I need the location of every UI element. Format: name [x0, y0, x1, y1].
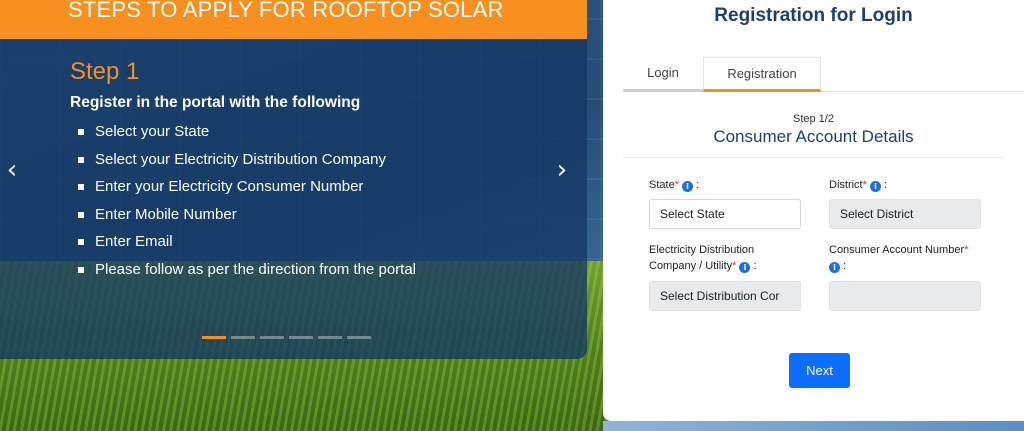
carousel-header-title: STEPS TO APPLY FOR ROOFTOP SOLAR: [68, 0, 504, 22]
label-suffix: :: [693, 179, 700, 191]
list-item: Enter Mobile Number: [78, 203, 416, 231]
step-count: Step 1/2: [793, 113, 834, 125]
list-item: Please follow as per the direction from …: [78, 258, 416, 286]
login-tabs: Login Registration: [623, 57, 1024, 92]
info-icon[interactable]: i: [869, 181, 881, 192]
district-label: District* i :: [829, 177, 887, 193]
tab-registration[interactable]: Registration: [703, 57, 821, 92]
next-button[interactable]: Next: [789, 353, 850, 388]
list-item: Enter your Electricity Consumer Number: [78, 175, 416, 203]
district-select[interactable]: Select District: [829, 199, 981, 229]
chevron-right-icon[interactable]: ›: [552, 156, 572, 184]
carousel-indicator-4[interactable]: [289, 336, 313, 339]
consumer-account-label: Consumer Account Number* i :: [829, 242, 968, 274]
state-label-text: State: [649, 179, 675, 191]
step-title: Step 1: [70, 58, 140, 85]
tab-login[interactable]: Login: [623, 57, 703, 92]
info-icon[interactable]: i: [739, 262, 751, 273]
required-marker: *: [674, 179, 679, 191]
info-icon[interactable]: i: [682, 181, 694, 192]
carousel-indicator-2[interactable]: [231, 336, 255, 339]
background-sky-edge: [603, 421, 1024, 431]
required-marker: *: [862, 179, 867, 191]
consumer-account-label-text: Consumer Account Number: [829, 244, 965, 256]
section-title: Consumer Account Details: [713, 127, 914, 146]
panel-title: Registration for Login: [714, 5, 913, 26]
carousel-indicator-1[interactable]: [202, 336, 226, 339]
carousel-indicator-5[interactable]: [318, 336, 342, 339]
divider: [623, 157, 1004, 158]
list-item: Select your Electricity Distribution Com…: [78, 148, 416, 176]
chevron-left-icon[interactable]: ‹: [2, 156, 22, 184]
required-marker: *: [732, 260, 737, 272]
info-icon[interactable]: i: [829, 262, 840, 273]
utility-label-line2: Company / Utility: [649, 260, 733, 272]
carousel-indicators: [202, 336, 371, 339]
state-label: State* i :: [649, 177, 699, 193]
label-suffix: :: [840, 260, 847, 272]
utility-label-line1: Electricity Distribution: [649, 244, 755, 256]
consumer-account-input[interactable]: [829, 281, 981, 311]
carousel-header: STEPS TO APPLY FOR ROOFTOP SOLAR: [0, 0, 587, 39]
required-marker: *: [964, 244, 969, 256]
state-select[interactable]: Select State: [649, 199, 801, 229]
step-intro: Register in the portal with the followin…: [70, 94, 361, 111]
label-suffix: :: [750, 260, 757, 272]
utility-select[interactable]: Select Distribution Cor: [649, 281, 801, 311]
utility-label: Electricity Distribution Company / Utili…: [649, 242, 757, 274]
district-label-text: District: [829, 179, 863, 191]
list-item: Enter Email: [78, 230, 416, 258]
carousel-indicator-3[interactable]: [260, 336, 284, 339]
label-suffix: :: [880, 179, 888, 191]
registration-panel: Registration for Login Login Registratio…: [603, 0, 1024, 421]
steps-carousel: STEPS TO APPLY FOR ROOFTOP SOLAR Step 1 …: [0, 0, 587, 359]
carousel-indicator-6[interactable]: [347, 336, 371, 339]
step-list: Select your State Select your Electricit…: [78, 120, 416, 286]
list-item: Select your State: [78, 120, 416, 148]
